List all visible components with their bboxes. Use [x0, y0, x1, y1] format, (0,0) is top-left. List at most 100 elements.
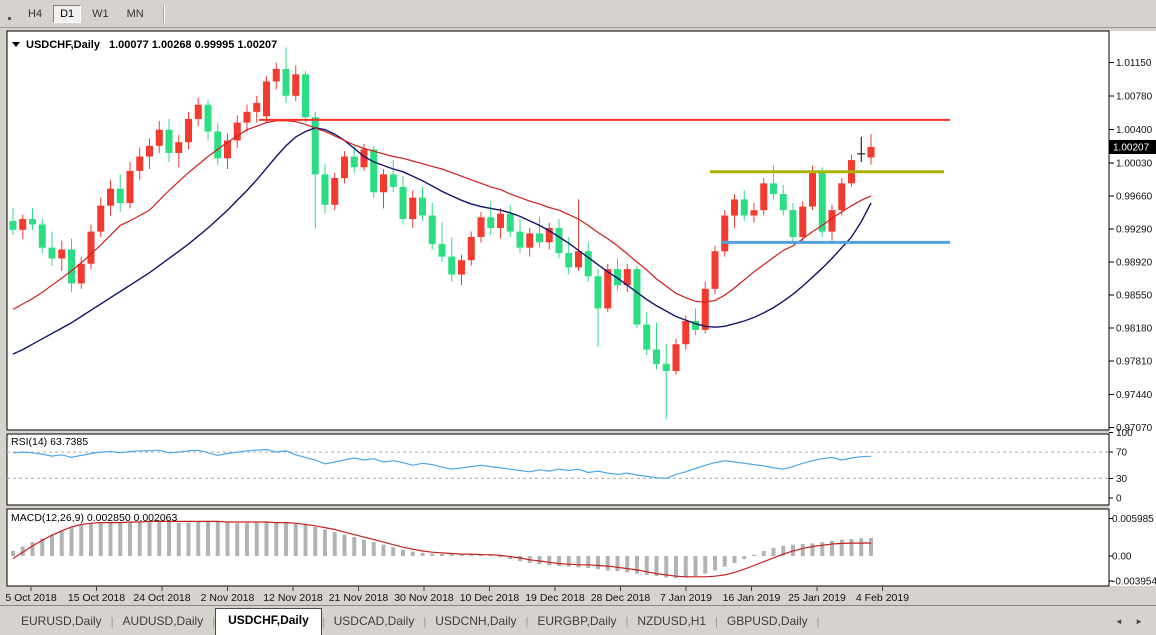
macd-histogram-bar	[118, 522, 123, 556]
macd-histogram-bar	[206, 521, 210, 556]
candle	[214, 131, 222, 159]
macd-histogram-bar	[566, 556, 571, 567]
macd-histogram-bar	[625, 556, 630, 573]
candle	[428, 215, 436, 245]
candle	[302, 74, 309, 118]
candle	[341, 156, 348, 178]
price-axis-label: 0.97810	[1116, 357, 1153, 368]
macd-histogram-bar	[89, 523, 93, 556]
macd-histogram-bar	[693, 556, 698, 577]
price-axis-label: 0.98550	[1116, 291, 1153, 302]
candle	[487, 217, 495, 229]
chart-tabs-bar: EURUSD,Daily | AUDUSD,Daily | USDCHF,Daily | U…	[0, 605, 1156, 635]
macd-histogram-bar	[537, 556, 542, 565]
candle	[721, 215, 729, 252]
tabs-scroll-left-icon[interactable]: ◄	[1110, 617, 1128, 626]
macd-histogram-bar	[128, 522, 132, 556]
chart-tabs: EURUSD,Daily | AUDUSD,Daily | USDCHF,Daily | U…	[12, 608, 819, 635]
candle	[331, 177, 339, 205]
macd-histogram-bar	[410, 551, 415, 556]
macd-histogram-bar	[225, 522, 230, 556]
chart-tab-nzdusd-h1[interactable]: NZDUSD,H1	[628, 609, 715, 635]
macd-histogram-bar	[859, 538, 864, 556]
candle	[760, 183, 768, 211]
candle	[204, 104, 212, 132]
candle	[643, 324, 651, 350]
tab-separator: |	[816, 616, 820, 628]
date-label: 28 Dec 2018	[591, 592, 651, 604]
macd-histogram-bar	[469, 554, 474, 556]
timeframe-h4[interactable]: H4	[21, 5, 49, 23]
macd-histogram-bar	[59, 530, 64, 556]
macd-histogram-bar	[264, 521, 269, 556]
timeframe-d1[interactable]: D1	[53, 4, 82, 23]
chart-tab-usdchf-daily[interactable]: USDCHF,Daily	[215, 608, 322, 635]
macd-histogram-bar	[381, 544, 386, 556]
macd-histogram-bar	[274, 521, 279, 556]
chart-tab-eurusd-daily[interactable]: EURUSD,Daily	[12, 609, 111, 635]
current-price-label: 1.00207	[1113, 142, 1150, 153]
macd-histogram-bar	[810, 543, 815, 556]
candle	[818, 170, 826, 232]
chart-tab-gbpusd-daily[interactable]: GBPUSD,Daily	[718, 609, 817, 635]
macd-histogram-bar	[869, 538, 873, 556]
candle	[555, 228, 563, 254]
chart-tab-audusd-daily[interactable]: AUDUSD,Daily	[114, 609, 213, 635]
candle	[243, 111, 251, 123]
candle	[467, 236, 475, 261]
candle	[497, 213, 504, 229]
chart-tab-usdcnh-daily[interactable]: USDCNH,Daily	[426, 609, 525, 635]
macd-histogram-bar	[215, 521, 220, 556]
candle	[321, 174, 329, 205]
macd-histogram-bar	[722, 556, 727, 567]
toolbar-overflow-dot	[8, 17, 11, 20]
macd-histogram-bar	[391, 547, 396, 556]
macd-axis-label: 0.005985	[1112, 514, 1154, 525]
macd-histogram-bar	[635, 556, 639, 574]
date-label: 5 Oct 2018	[5, 592, 57, 604]
candle	[224, 140, 231, 159]
candle	[594, 276, 602, 309]
chart-tab-eurgbp-daily[interactable]: EURGBP,Daily	[528, 609, 625, 635]
candle	[799, 206, 807, 237]
macd-histogram-bar	[79, 525, 84, 556]
candle	[175, 142, 183, 153]
tabs-scroll-right-icon[interactable]: ►	[1130, 617, 1148, 626]
toolbar-separator	[162, 4, 165, 23]
date-label: 16 Jan 2019	[723, 592, 781, 604]
candle	[350, 156, 358, 168]
candle	[770, 183, 777, 195]
candle	[750, 210, 758, 216]
candle	[155, 129, 163, 146]
candle	[97, 205, 105, 232]
candle	[682, 320, 690, 345]
candle	[19, 219, 27, 230]
macd-axis-label: -0.003954	[1112, 576, 1156, 587]
timeframe-toolbar: H4 D1 W1 MN	[0, 0, 1156, 28]
macd-histogram-bar	[245, 523, 249, 556]
macd-histogram-bar	[713, 556, 717, 571]
price-axis-label: 0.99290	[1116, 224, 1153, 235]
macd-histogram-bar	[596, 556, 600, 570]
candle	[311, 117, 319, 175]
candle	[77, 263, 85, 284]
candle	[701, 288, 709, 330]
candle	[779, 194, 787, 211]
macd-histogram-bar	[605, 556, 610, 571]
candle	[282, 68, 290, 96]
candle	[370, 149, 378, 193]
macd-histogram-bar	[674, 556, 678, 579]
chart-tab-usdcad-daily[interactable]: USDCAD,Daily	[325, 609, 424, 635]
candle	[68, 249, 75, 284]
candle	[740, 199, 748, 216]
chart-canvas[interactable]: 1.01150 1.00780 1.00400 1.00030 0.99660 0.992…	[0, 28, 1156, 605]
macd-histogram-bar	[800, 544, 805, 556]
candle	[809, 170, 816, 207]
macd-histogram-bar	[761, 550, 766, 556]
macd-histogram-bar	[830, 540, 834, 556]
macd-histogram-bar	[459, 554, 464, 556]
macd-histogram-bar	[137, 521, 142, 556]
candle	[409, 197, 417, 220]
timeframe-w1[interactable]: W1	[85, 5, 116, 23]
timeframe-mn[interactable]: MN	[120, 5, 151, 23]
